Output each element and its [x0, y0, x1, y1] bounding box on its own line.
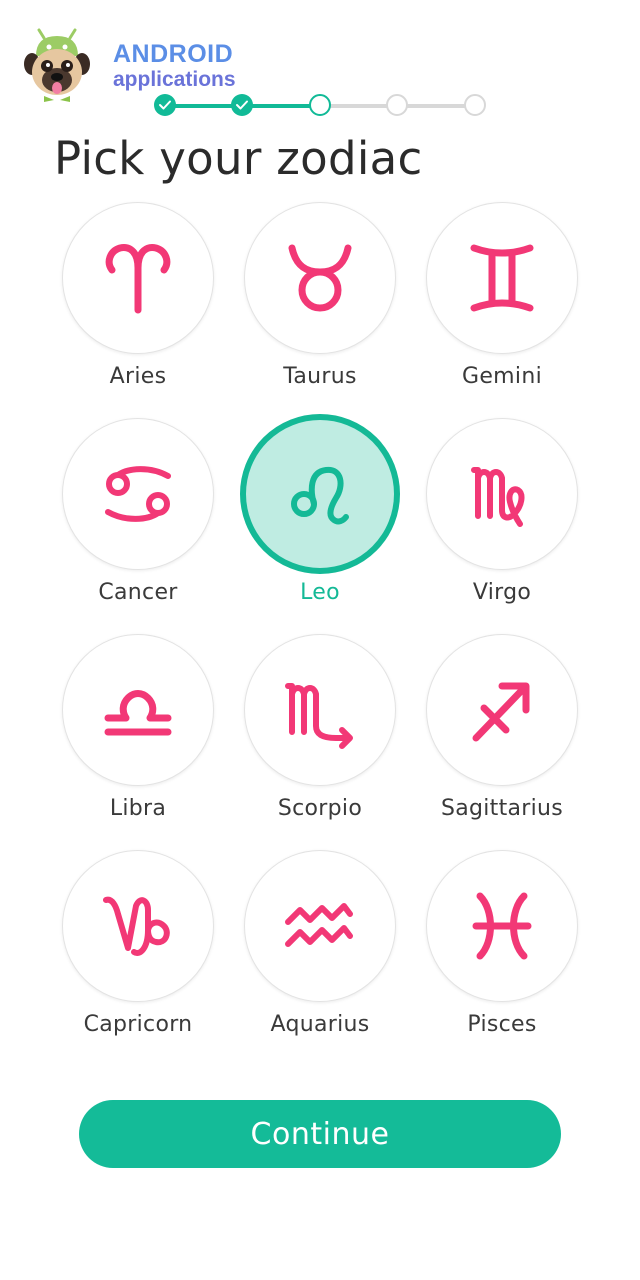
- zodiac-option-taurus[interactable]: Taurus: [230, 202, 410, 402]
- zodiac-label: Aries: [109, 364, 167, 389]
- zodiac-label: Leo: [300, 580, 340, 605]
- zodiac-option-cancer[interactable]: Cancer: [48, 418, 228, 618]
- zodiac-label: Scorpio: [277, 796, 363, 821]
- zodiac-option-scorpio[interactable]: Scorpio: [230, 634, 410, 834]
- zodiac-option-virgo[interactable]: Virgo: [412, 418, 592, 618]
- scorpio-icon: [285, 683, 353, 749]
- zodiac-option-libra[interactable]: Libra: [48, 634, 228, 834]
- zodiac-circle-selected[interactable]: [240, 414, 400, 574]
- zodiac-circle[interactable]: [62, 202, 214, 354]
- zodiac-option-aries[interactable]: Aries: [48, 202, 228, 402]
- zodiac-label: Taurus: [283, 364, 357, 389]
- continue-button[interactable]: Continue: [79, 1100, 561, 1168]
- zodiac-circle[interactable]: [62, 850, 214, 1002]
- zodiac-label: Aquarius: [270, 1012, 370, 1037]
- gemini-icon: [470, 244, 534, 312]
- zodiac-label: Capricorn: [83, 1012, 193, 1037]
- zodiac-label: Cancer: [98, 580, 178, 605]
- taurus-icon: [288, 244, 352, 312]
- virgo-icon: [471, 467, 525, 527]
- zodiac-circle[interactable]: [244, 634, 396, 786]
- capricorn-icon: [103, 896, 170, 956]
- zodiac-label: Sagittarius: [440, 796, 564, 821]
- zodiac-circle[interactable]: [244, 202, 396, 354]
- zodiac-circle[interactable]: [426, 202, 578, 354]
- zodiac-circle[interactable]: [426, 634, 578, 786]
- zodiac-circle[interactable]: [62, 418, 214, 570]
- zodiac-label: Gemini: [462, 364, 542, 389]
- cancer-icon: [105, 466, 171, 522]
- zodiac-option-leo[interactable]: Leo: [230, 414, 410, 618]
- zodiac-label: Libra: [109, 796, 167, 821]
- zodiac-grid: Aries Taurus Gemini Cancer Leo Virgo Lib…: [0, 0, 640, 1280]
- aries-icon: [105, 244, 171, 314]
- aquarius-icon: [285, 903, 353, 947]
- leo-icon: [291, 466, 349, 525]
- zodiac-circle[interactable]: [62, 634, 214, 786]
- zodiac-label: Pisces: [467, 1012, 537, 1037]
- zodiac-option-gemini[interactable]: Gemini: [412, 202, 592, 402]
- zodiac-option-sagittarius[interactable]: Sagittarius: [412, 634, 592, 834]
- zodiac-option-capricorn[interactable]: Capricorn: [48, 850, 228, 1050]
- zodiac-label: Virgo: [472, 580, 532, 605]
- pisces-icon: [472, 892, 532, 960]
- sagittarius-icon: [472, 682, 530, 742]
- zodiac-option-aquarius[interactable]: Aquarius: [230, 850, 410, 1050]
- zodiac-circle[interactable]: [426, 850, 578, 1002]
- zodiac-circle[interactable]: [426, 418, 578, 570]
- libra-icon: [104, 690, 172, 736]
- zodiac-circle[interactable]: [244, 850, 396, 1002]
- zodiac-option-pisces[interactable]: Pisces: [412, 850, 592, 1050]
